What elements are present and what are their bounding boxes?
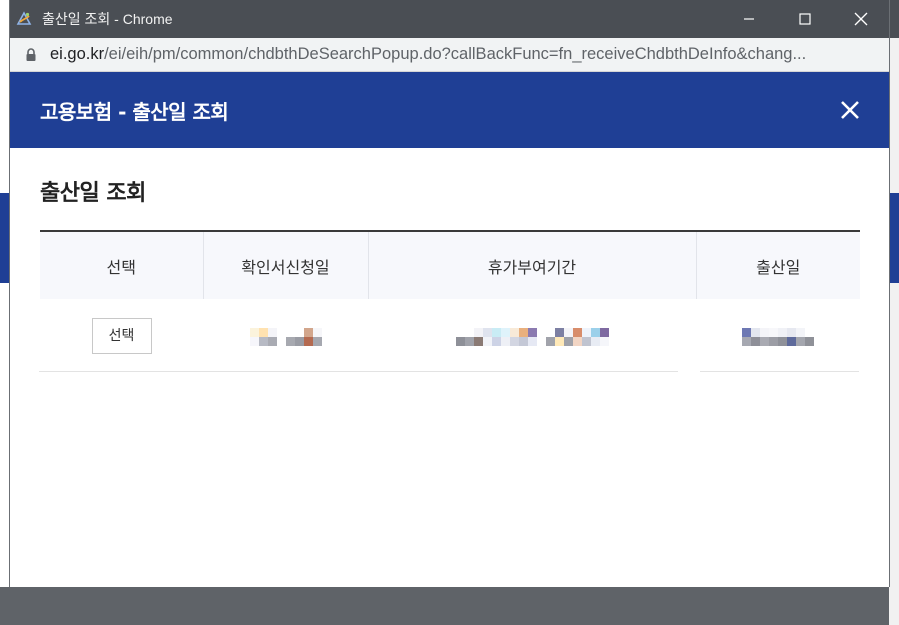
result-table: 선택 확인서신청일 휴가부여기간 출산일 선택: [40, 230, 860, 373]
minimize-button[interactable]: [721, 0, 777, 38]
background-page-right-top: [889, 0, 899, 38]
row-divider: [39, 371, 678, 372]
section-title: 출산일 조회: [40, 181, 146, 206]
table-header-row: 선택 확인서신청일 휴가부여기간 출산일: [40, 230, 860, 299]
column-header-select: 선택: [40, 230, 204, 299]
window-close-button[interactable]: [833, 0, 889, 38]
cell-birth-date: [696, 299, 860, 373]
url-host: ei.go.kr: [49, 45, 105, 63]
window-close-icon: [854, 12, 868, 26]
column-header-leave-period: 휴가부여기간: [368, 230, 697, 299]
column-header-application-date: 확인서신청일: [203, 230, 369, 299]
chrome-app-icon: [10, 0, 38, 38]
cell-application-date: [203, 299, 368, 373]
minimize-icon: [744, 18, 754, 20]
lock-icon[interactable]: [22, 46, 40, 64]
background-page-band-right: [889, 193, 899, 283]
window-title: 출산일 조회 - Chrome: [42, 11, 173, 27]
column-header-birth-date: 출산일: [696, 230, 860, 299]
popup-title: 고용보험 - 출산일 조회: [40, 99, 229, 124]
close-icon[interactable]: [839, 99, 861, 121]
popup-header: 고용보험 - 출산일 조회: [10, 72, 889, 148]
background-page-right: [889, 38, 899, 625]
url-text[interactable]: ei.go.kr/ei/eih/pm/common/chdbthDeSearch…: [50, 45, 889, 64]
redacted-leave-period: [455, 327, 609, 346]
popup-content: 출산일 조회 선택 확인서신청일 휴가부여기간 출산일 선택: [10, 148, 889, 373]
select-button[interactable]: 선택: [91, 318, 152, 354]
row-divider: [700, 371, 859, 372]
maximize-button[interactable]: [777, 0, 833, 38]
window-titlebar[interactable]: 출산일 조회 - Chrome: [10, 0, 889, 38]
maximize-icon: [799, 13, 811, 25]
cell-leave-period: [368, 299, 696, 373]
cell-select: 선택: [40, 299, 203, 373]
url-path: /ei/eih/pm/common/chdbthDeSearchPopup.do…: [104, 45, 807, 63]
address-bar[interactable]: ei.go.kr/ei/eih/pm/common/chdbthDeSearch…: [10, 38, 889, 72]
chrome-popup-window: 출산일 조회 - Chrome ei.go.kr/ei/eih/pm/commo…: [9, 0, 890, 587]
table-row: 선택: [40, 299, 860, 373]
redacted-birth-date: [742, 327, 814, 346]
redacted-application-date: [249, 327, 322, 346]
